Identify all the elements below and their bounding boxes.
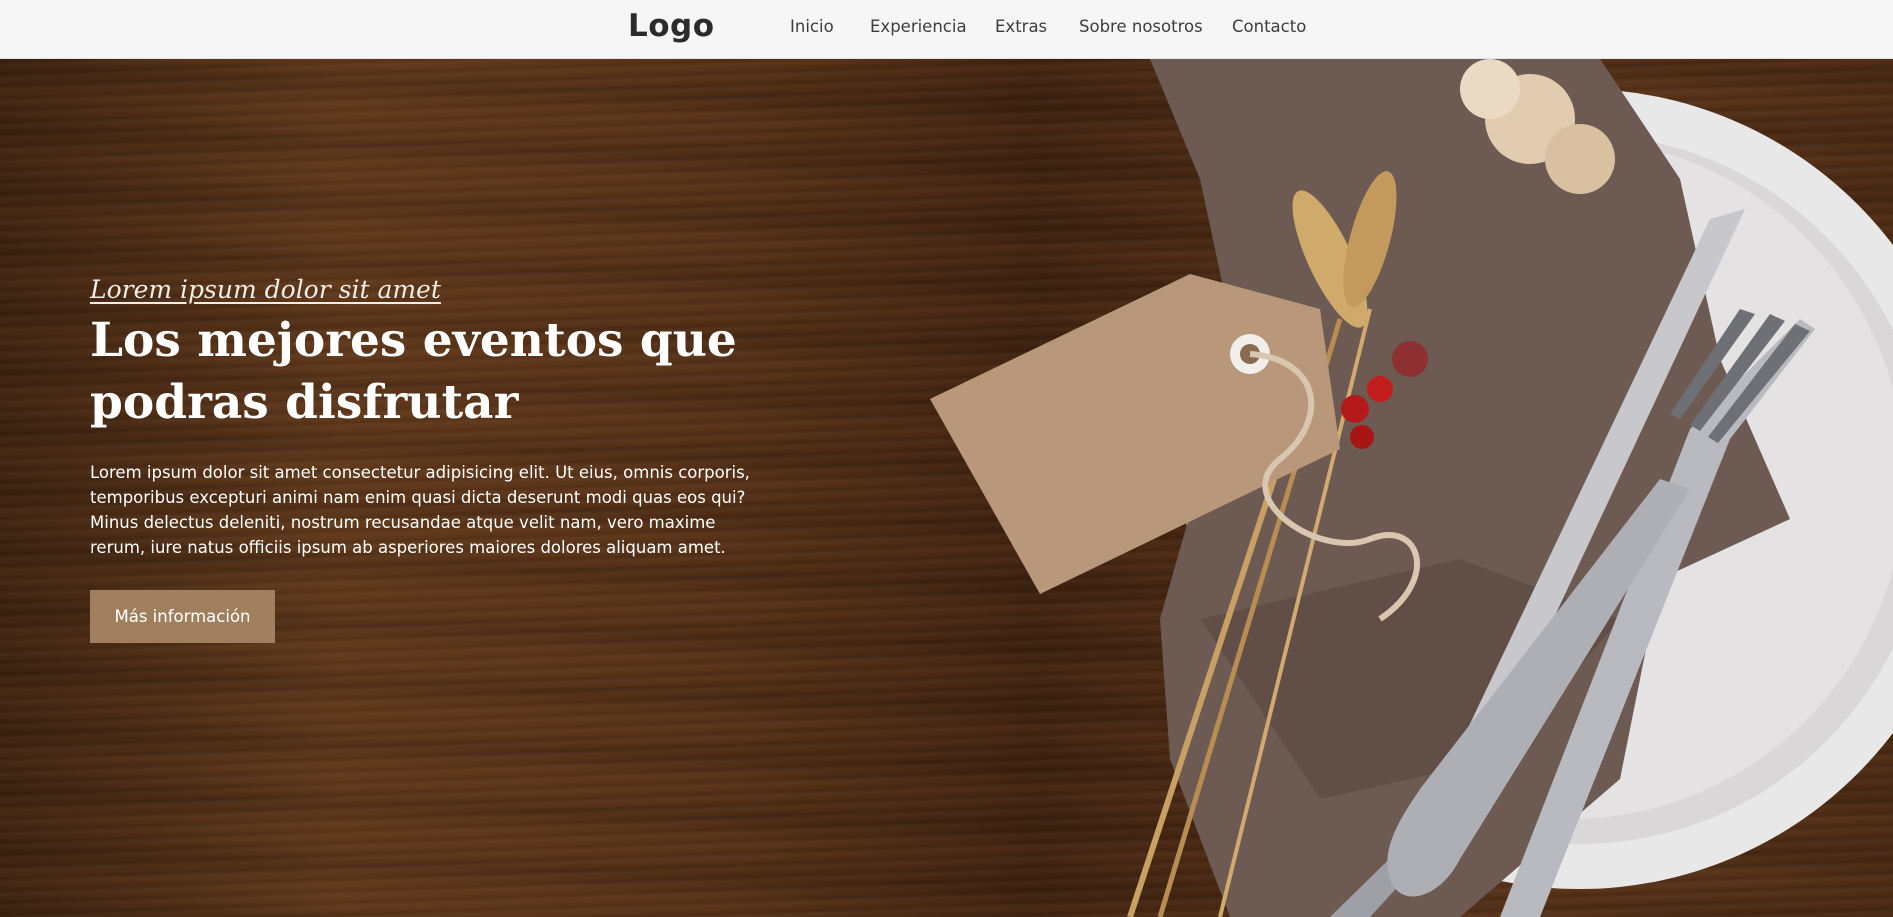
nav-link-inicio[interactable]: Inicio xyxy=(790,17,834,36)
hero-title: Los mejores eventos que podras disfrutar xyxy=(90,313,737,430)
nav-link-contacto[interactable]: Contacto xyxy=(1232,17,1306,36)
hero-section: Lorem ipsum dolor sit amet Los mejores e… xyxy=(0,59,1893,917)
more-info-button[interactable]: Más información xyxy=(90,590,275,643)
table-setting-image xyxy=(930,59,1893,917)
nav-link-extras[interactable]: Extras xyxy=(995,17,1047,36)
top-navbar: Logo Inicio Experiencia Extras Sobre nos… xyxy=(0,0,1893,59)
nav-link-sobre-nosotros[interactable]: Sobre nosotros xyxy=(1079,17,1203,36)
hero-description: Lorem ipsum dolor sit amet consectetur a… xyxy=(90,463,750,557)
logo[interactable]: Logo xyxy=(628,8,715,44)
hero-eyebrow: Lorem ipsum dolor sit amet xyxy=(90,275,441,304)
nav-link-experiencia[interactable]: Experiencia xyxy=(870,17,967,36)
